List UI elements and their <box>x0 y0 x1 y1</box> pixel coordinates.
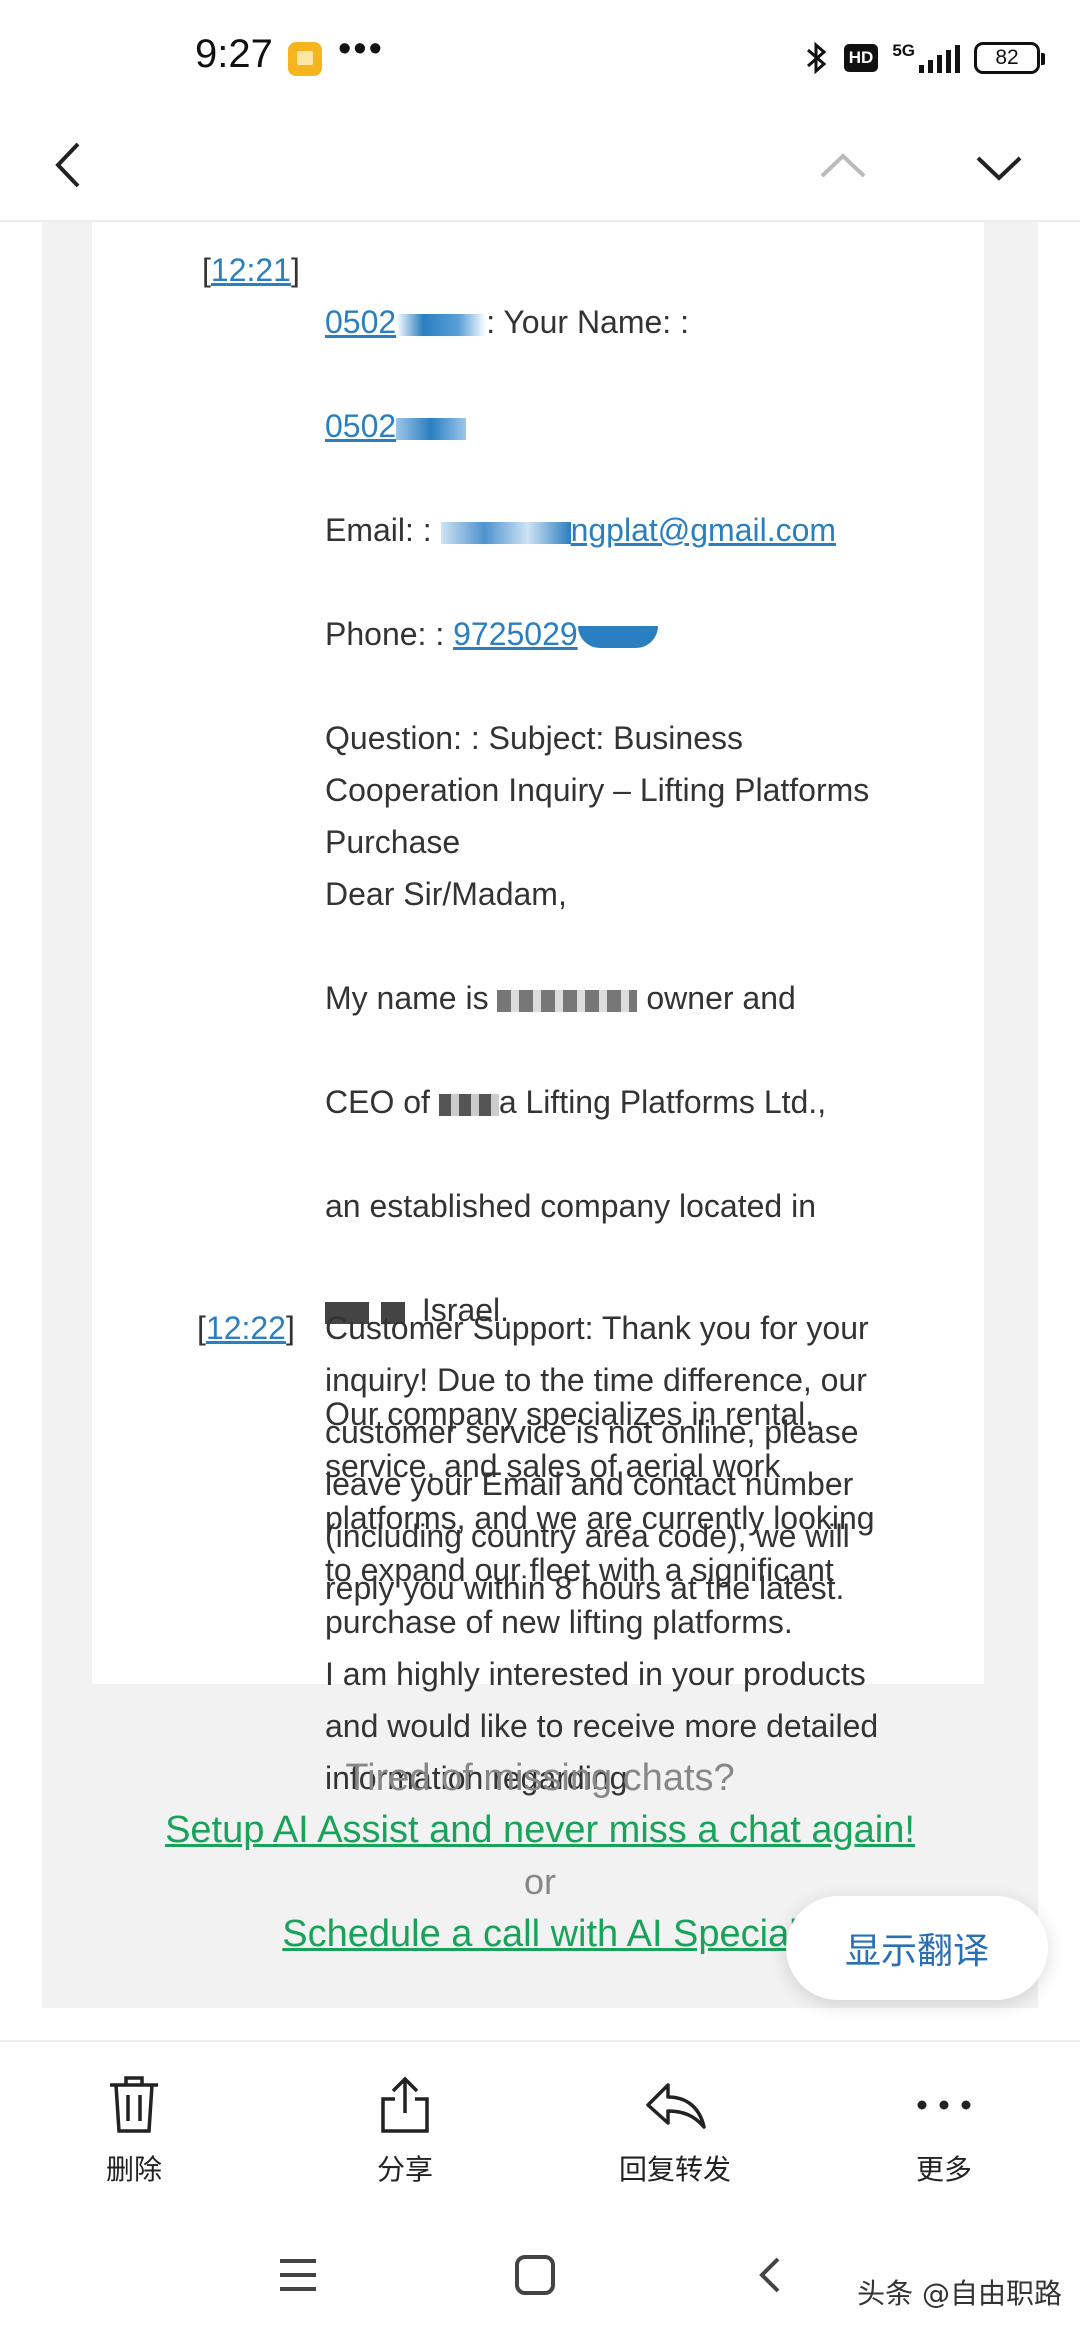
phone-link[interactable]: 0502 <box>325 304 396 340</box>
more-button[interactable]: 更多 <box>844 2070 1044 2188</box>
promo-question: Tired of missing chats? <box>345 1757 735 1799</box>
chevron-down-icon <box>976 156 1022 181</box>
more-label: 更多 <box>915 2153 972 2186</box>
status-time: 9:27 <box>195 32 273 76</box>
recents-button[interactable] <box>258 2240 338 2310</box>
phone-link[interactable]: 0502 <box>325 408 396 444</box>
reply-forward-button[interactable]: 回复转发 <box>575 2070 775 2188</box>
message-text: Customer Support: Thank you for your inq… <box>325 1310 869 1606</box>
message-fragment: Phone: : <box>325 616 454 652</box>
redacted-block <box>396 313 487 336</box>
message-fragment: a Lifting Platforms Ltd., <box>498 1084 827 1120</box>
status-indicators: HD 5G 82 <box>802 38 1045 78</box>
back-button[interactable] <box>38 130 108 200</box>
home-button[interactable] <box>495 2240 575 2310</box>
share-button[interactable]: 分享 <box>305 2070 505 2188</box>
message-line: an established company located in <box>325 1188 816 1224</box>
delete-label: 删除 <box>105 2153 162 2186</box>
show-translation-button[interactable]: 显示翻译 <box>786 1896 1048 2000</box>
previous-mail-button[interactable] <box>808 132 878 202</box>
next-mail-button[interactable] <box>964 132 1034 202</box>
network-type: 5G <box>892 41 915 60</box>
more-dots-icon <box>917 2100 971 2110</box>
message-line: 0502 <box>325 400 965 452</box>
message-line: Phone: : 9725029 <box>325 608 965 660</box>
chevron-up-icon <box>820 153 866 178</box>
message-timestamp: [12:21] <box>202 252 300 288</box>
battery-icon: 82 <box>974 42 1045 74</box>
message-fragment: : Your Name: : <box>486 304 689 340</box>
more-notifications-icon: ••• <box>338 28 384 70</box>
email-link[interactable]: ngplat@gmail.com <box>571 512 836 548</box>
redacted-block <box>577 625 658 648</box>
reply-icon <box>646 2083 706 2129</box>
notes-app-icon <box>288 42 322 76</box>
message-paragraph: Question: : Subject: Business Cooperatio… <box>325 720 870 912</box>
redacted-block <box>396 417 467 440</box>
timestamp-link[interactable]: 12:22 <box>206 1310 286 1346</box>
delete-button[interactable]: 删除 <box>34 2070 234 2188</box>
chevron-left-icon <box>55 142 80 188</box>
message-timestamp: [12:22] <box>197 1310 295 1346</box>
mail-action-bar: 删除 分享 回复转发 更多 <box>0 2040 1080 2212</box>
redacted-block <box>440 521 571 544</box>
watermark: 头条 @自由职路 <box>857 2277 1062 2310</box>
phone-link[interactable]: 9725029 <box>453 616 578 652</box>
redacted-block <box>438 1093 499 1116</box>
bluetooth-icon <box>802 40 830 76</box>
system-back-button[interactable] <box>732 2240 812 2310</box>
message-line: My name is owner and <box>325 972 965 1024</box>
status-bar: 9:27 ••• HD 5G 82 <box>0 0 1080 110</box>
menu-lines-icon <box>280 2259 316 2291</box>
message-line: 0502 : Your Name: : <box>325 296 965 348</box>
signal-icon <box>919 43 960 73</box>
share-label: 分享 <box>376 2153 433 2186</box>
home-square-icon <box>515 2255 555 2295</box>
trash-icon <box>110 2076 158 2133</box>
chat-transcript: [12:21] 0502 : Your Name: : 0502 Email: :… <box>92 222 984 1796</box>
top-nav <box>0 110 1080 222</box>
back-arrow-icon <box>759 2257 780 2293</box>
message-fragment: Email: : <box>325 512 441 548</box>
reply-forward-label: 回复转发 <box>618 2153 731 2186</box>
timestamp-link[interactable]: 12:21 <box>211 252 291 288</box>
message-fragment: My name is <box>325 980 498 1016</box>
mail-body: [12:21] 0502 : Your Name: : 0502 Email: :… <box>42 222 1038 2008</box>
message-fragment: owner and <box>637 980 796 1016</box>
message-text: 0502 : Your Name: : 0502 Email: : ngplat@… <box>325 244 965 1856</box>
hd-badge: HD <box>843 44 879 72</box>
setup-ai-assist-link[interactable]: Setup AI Assist and never miss a chat ag… <box>42 1804 1038 1856</box>
message-line: CEO of a Lifting Platforms Ltd., <box>325 1076 965 1128</box>
share-icon <box>381 2076 429 2133</box>
message-fragment: CEO of <box>325 1084 439 1120</box>
redacted-block <box>497 989 638 1012</box>
message-line: Email: : ngplat@gmail.com <box>325 504 965 556</box>
